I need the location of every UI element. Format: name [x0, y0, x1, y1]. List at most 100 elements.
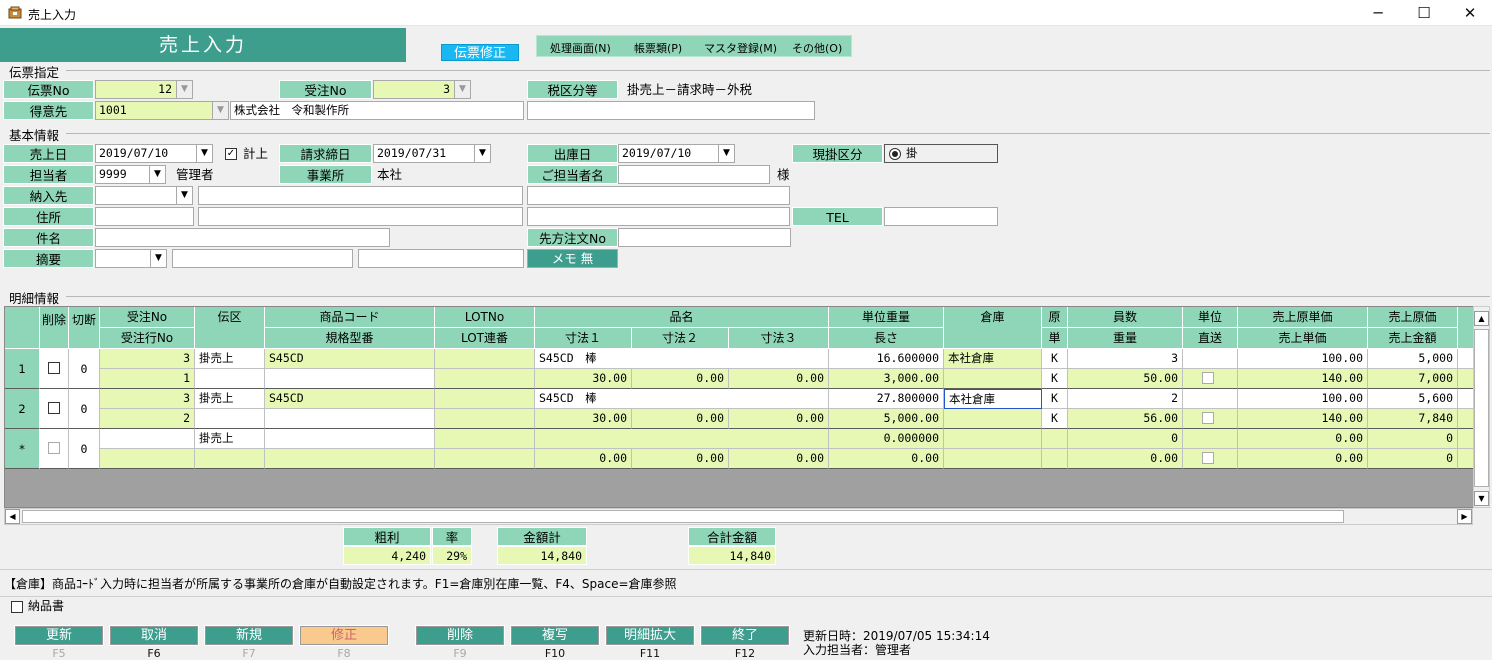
maximize-button[interactable]: ☐ — [1401, 3, 1447, 23]
cell-warehouse[interactable]: 本社倉庫 — [944, 349, 1042, 369]
cell-amount[interactable]: 0 — [1368, 449, 1458, 469]
address2-input[interactable] — [527, 207, 790, 226]
chevron-down-icon[interactable]: ▼ — [474, 145, 490, 162]
address1-input[interactable] — [198, 207, 523, 226]
cell-unit[interactable] — [1183, 429, 1238, 449]
cell-unit[interactable] — [1183, 349, 1238, 369]
cell-length[interactable]: 0.00 — [829, 449, 944, 469]
cell-dim1[interactable]: 30.00 — [535, 409, 632, 429]
cell-blank[interactable] — [944, 409, 1042, 429]
chevron-down-icon[interactable]: ▼ — [454, 81, 470, 98]
cell-dim3[interactable]: 0.00 — [729, 449, 829, 469]
cell-qty[interactable]: 0 — [1068, 429, 1183, 449]
cell-kubun[interactable]: 掛売上 — [195, 389, 265, 409]
horizontal-scrollbar[interactable]: ◀ ▶ — [4, 508, 1473, 525]
order-no-input[interactable]: 3 ▼ — [373, 80, 471, 99]
cell-qty[interactable]: 2 — [1068, 389, 1183, 409]
cell-lot-seq[interactable] — [435, 449, 535, 469]
cell-order-no[interactable]: 3 — [100, 349, 195, 369]
row-number[interactable]: 1 — [5, 349, 40, 389]
ship-date-input[interactable]: 2019/07/10 ▼ — [618, 144, 735, 163]
customer-name-input[interactable]: 株式会社 令和製作所 — [230, 101, 524, 120]
record-checkbox[interactable]: ✓ — [225, 148, 237, 160]
update-button[interactable]: 更新 — [14, 625, 104, 646]
scroll-down-icon[interactable]: ▼ — [1474, 491, 1489, 506]
row-cut[interactable]: 0 — [69, 429, 100, 469]
edit-button[interactable]: 修正 — [299, 625, 389, 646]
row-new-marker[interactable]: * — [5, 429, 40, 469]
cell-blank[interactable] — [944, 369, 1042, 389]
cell-dim2[interactable]: 0.00 — [632, 369, 729, 389]
cell-blank[interactable] — [195, 449, 265, 469]
row-cut[interactable]: 0 — [69, 389, 100, 429]
cell-dim3[interactable]: 0.00 — [729, 369, 829, 389]
cell-weight[interactable]: 50.00 — [1068, 369, 1183, 389]
cell-cost-unit[interactable]: 100.00 — [1238, 349, 1368, 369]
chevron-down-icon[interactable]: ▼ — [150, 250, 166, 267]
memo-code-input[interactable]: ▼ — [95, 249, 167, 268]
delete-checkbox[interactable] — [48, 442, 60, 454]
cell-amount[interactable]: 7,000 — [1368, 369, 1458, 389]
menu-master[interactable]: マスタ登録(M) — [704, 40, 777, 56]
row-number[interactable]: 2 — [5, 389, 40, 429]
scroll-thumb[interactable] — [22, 510, 1344, 523]
cell-unit[interactable] — [1183, 389, 1238, 409]
cell-blank[interactable] — [195, 369, 265, 389]
exit-button[interactable]: 終了 — [700, 625, 790, 646]
chevron-down-icon[interactable]: ▼ — [718, 145, 734, 162]
cell-amount[interactable]: 7,840 — [1368, 409, 1458, 429]
minimize-button[interactable]: ─ — [1355, 3, 1401, 23]
menu-other[interactable]: その他(O) — [792, 40, 842, 56]
cell-sale-unit[interactable]: 0.00 — [1238, 449, 1368, 469]
cell-dim2[interactable]: 0.00 — [632, 409, 729, 429]
cell-dim1[interactable]: 30.00 — [535, 369, 632, 389]
chevron-down-icon[interactable]: ▼ — [176, 187, 192, 204]
chevron-down-icon[interactable]: ▼ — [149, 166, 165, 183]
menu-screens[interactable]: 処理画面(N) — [550, 40, 611, 56]
staff-code-input[interactable]: 9999 ▼ — [95, 165, 166, 184]
memo-button[interactable]: メモ 無 — [527, 249, 618, 268]
copy-button[interactable]: 複写 — [510, 625, 600, 646]
direct-checkbox[interactable] — [1202, 372, 1214, 384]
contact-input[interactable] — [618, 165, 770, 184]
cell-tan[interactable]: K — [1042, 409, 1068, 429]
cell-code[interactable] — [265, 429, 435, 449]
cell-unit-weight[interactable]: 16.600000 — [829, 349, 944, 369]
cell-dim1[interactable]: 0.00 — [535, 449, 632, 469]
cell-lot-seq[interactable] — [435, 369, 535, 389]
cell-unit-weight[interactable]: 0.000000 — [829, 429, 944, 449]
cell-weight[interactable]: 0.00 — [1068, 449, 1183, 469]
tel-input[interactable] — [884, 207, 998, 226]
delivery-extra-input[interactable] — [527, 186, 790, 205]
cell-order-line[interactable] — [100, 449, 195, 469]
cell-length[interactable]: 5,000.00 — [829, 409, 944, 429]
delivery-name-input[interactable] — [198, 186, 523, 205]
delete-checkbox[interactable] — [48, 362, 60, 374]
scroll-right-icon[interactable]: ▶ — [1457, 509, 1472, 524]
new-button[interactable]: 新規 — [204, 625, 294, 646]
cell-length[interactable]: 3,000.00 — [829, 369, 944, 389]
subject-input[interactable] — [95, 228, 390, 247]
cell-blank[interactable] — [944, 449, 1042, 469]
cell-cost[interactable]: 0 — [1368, 429, 1458, 449]
scroll-thumb[interactable] — [1474, 329, 1489, 487]
cell-cost[interactable]: 5,000 — [1368, 349, 1458, 369]
cell-gen[interactable]: K — [1042, 349, 1068, 369]
delivery-code-input[interactable]: ▼ — [95, 186, 193, 205]
cell-dim2[interactable]: 0.00 — [632, 449, 729, 469]
cell-warehouse-focused[interactable]: 本社倉庫 — [944, 389, 1042, 409]
delete-checkbox[interactable] — [48, 402, 60, 414]
direct-checkbox[interactable] — [1202, 412, 1214, 424]
close-button[interactable]: ✕ — [1447, 3, 1492, 23]
cell-lot-seq[interactable] — [435, 409, 535, 429]
cell-spec[interactable] — [265, 409, 435, 429]
vertical-scrollbar[interactable]: ▲ ▼ — [1473, 306, 1490, 508]
cell-cost[interactable]: 5,600 — [1368, 389, 1458, 409]
cell-weight[interactable]: 56.00 — [1068, 409, 1183, 429]
scroll-up-icon[interactable]: ▲ — [1474, 311, 1489, 326]
delete-button[interactable]: 削除 — [415, 625, 505, 646]
cell-order-no[interactable] — [100, 429, 195, 449]
expand-detail-button[interactable]: 明細拡大 — [605, 625, 695, 646]
cell-kubun[interactable]: 掛売上 — [195, 429, 265, 449]
cust-order-input[interactable] — [618, 228, 791, 247]
